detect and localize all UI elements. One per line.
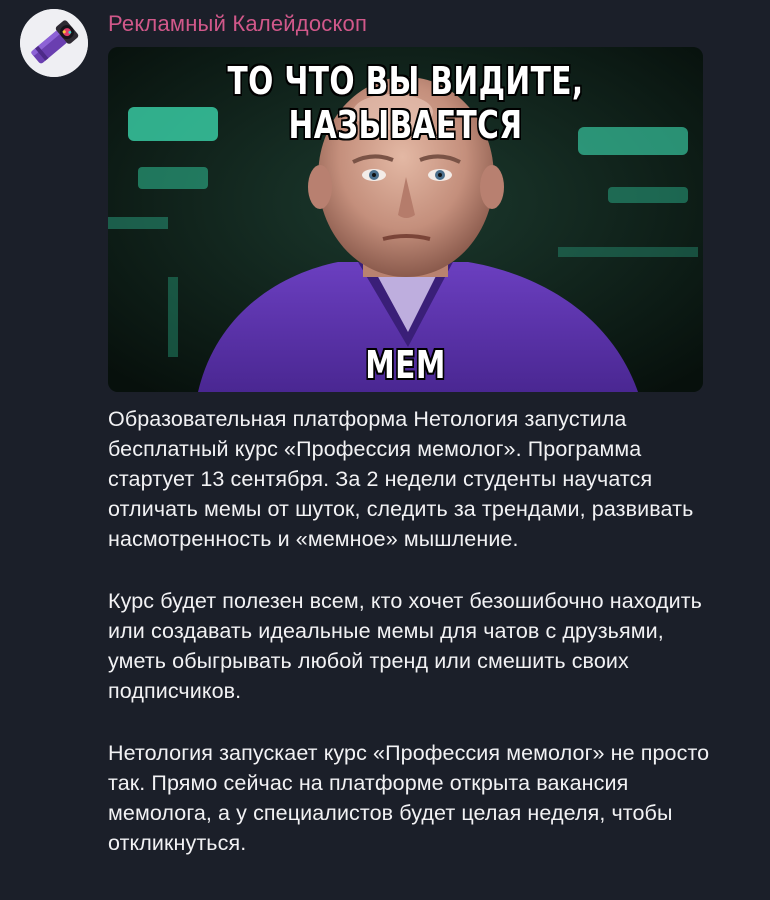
meme-top-caption: ТО ЧТО ВЫ ВИДИТЕ, НАЗЫВАЕТСЯ <box>227 59 584 147</box>
post-paragraph: Образовательная платформа Нетология запу… <box>108 407 694 551</box>
post-paragraph: Курс будет полезен всем, кто хочет безош… <box>108 589 702 703</box>
channel-avatar[interactable] <box>20 9 88 77</box>
channel-post: Рекламный Калейдоскоп ТО ЧТО ВЫ ВИДИТЕ, … <box>0 0 770 900</box>
post-paragraph: Нетология запускает курс «Профессия мемо… <box>108 741 710 855</box>
channel-name[interactable]: Рекламный Калейдоскоп <box>108 11 367 37</box>
meme-image[interactable]: ТО ЧТО ВЫ ВИДИТЕ, НАЗЫВАЕТСЯ МЕМ <box>108 47 703 392</box>
kaleidoscope-icon <box>20 9 88 77</box>
meme-bottom-caption: МЕМ <box>365 343 446 387</box>
post-text: Образовательная платформа Нетология запу… <box>108 404 718 890</box>
